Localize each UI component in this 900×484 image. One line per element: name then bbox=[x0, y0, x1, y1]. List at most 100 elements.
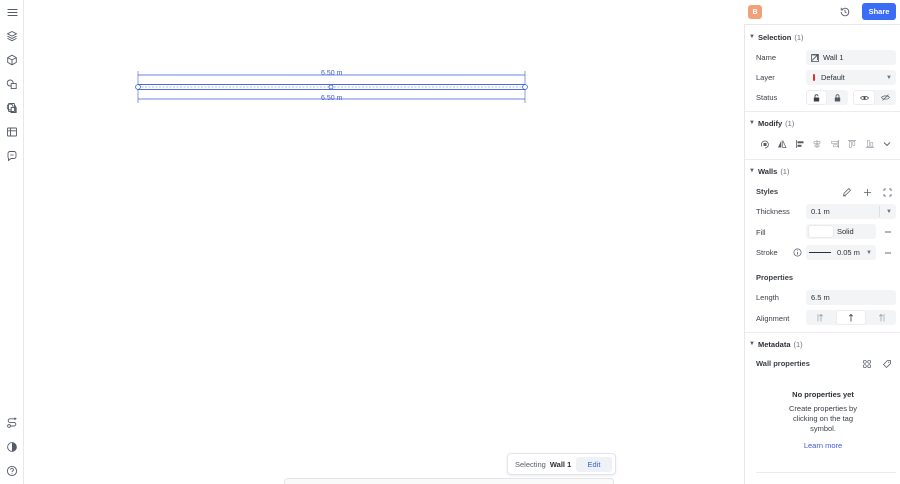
table-icon[interactable] bbox=[5, 125, 19, 139]
grid-view-icon[interactable] bbox=[861, 358, 873, 370]
thickness-value: 0.1 m bbox=[811, 207, 830, 216]
remove-fill-icon[interactable] bbox=[882, 226, 894, 238]
metadata-section-header[interactable]: ▼ Metadata (1) bbox=[745, 337, 900, 351]
selection-status-pill: Selecting Wall 1 Edit bbox=[507, 453, 616, 475]
section-title: Modify bbox=[758, 118, 783, 128]
left-toolbar bbox=[0, 0, 24, 484]
name-label: Name bbox=[756, 53, 777, 62]
edit-button[interactable]: Edit bbox=[576, 457, 612, 472]
lock-icon[interactable] bbox=[827, 91, 847, 104]
selecting-label: Selecting bbox=[515, 459, 546, 469]
wall-end-handle bbox=[522, 84, 528, 90]
modify-section-header[interactable]: ▼ Modify (1) bbox=[745, 116, 900, 130]
align-right-icon[interactable] bbox=[829, 138, 841, 150]
rotate-icon[interactable] bbox=[759, 138, 771, 150]
layer-value: Default bbox=[821, 73, 845, 82]
wall-drawing bbox=[135, 71, 528, 103]
alignment-label: Alignment bbox=[756, 314, 790, 323]
name-field[interactable]: Wall 1 bbox=[806, 50, 896, 65]
fill-select[interactable]: Solid bbox=[806, 224, 876, 239]
thickness-input[interactable]: 0.1 m ▼ bbox=[806, 204, 896, 219]
bottom-toolbar-edge bbox=[284, 478, 614, 484]
divider bbox=[745, 332, 900, 333]
stroke-value: 0.05 m bbox=[837, 248, 860, 257]
drawing-canvas[interactable]: 6.50 m 6.50 m bbox=[24, 0, 744, 484]
edit-style-icon[interactable] bbox=[841, 186, 853, 198]
section-count: (1) bbox=[794, 32, 804, 42]
learn-more-link[interactable]: Learn more bbox=[745, 441, 900, 451]
lock-toggle-group bbox=[806, 90, 848, 105]
wall-object-icon bbox=[811, 53, 819, 62]
empty-state-line: Create properties by bbox=[789, 404, 857, 413]
theme-icon[interactable] bbox=[5, 440, 19, 454]
empty-state-title: No properties yet bbox=[792, 390, 854, 399]
align-wall-right-icon[interactable] bbox=[867, 311, 895, 324]
cube-icon[interactable] bbox=[5, 53, 19, 67]
info-icon[interactable] bbox=[791, 246, 803, 258]
fill-label: Fill bbox=[756, 228, 766, 237]
tag-icon[interactable] bbox=[881, 358, 893, 370]
eye-off-icon[interactable] bbox=[875, 91, 895, 104]
selected-object-name: Wall 1 bbox=[549, 459, 572, 469]
dimension-label-bottom: 6.50 m bbox=[321, 95, 343, 102]
empty-state-line: clicking on the tag bbox=[792, 414, 854, 423]
help-icon[interactable] bbox=[5, 464, 19, 478]
add-style-icon[interactable] bbox=[861, 186, 873, 198]
status-label: Status bbox=[756, 93, 778, 102]
section-count: (1) bbox=[780, 166, 790, 176]
comments-icon[interactable] bbox=[5, 149, 19, 163]
section-count: (1) bbox=[785, 118, 795, 128]
fill-value: Solid bbox=[837, 227, 854, 236]
wall-mid-handle bbox=[328, 84, 334, 90]
pages-icon[interactable] bbox=[5, 101, 19, 115]
length-label: Length bbox=[756, 293, 779, 302]
divider bbox=[745, 159, 900, 160]
section-count: (1) bbox=[793, 339, 803, 349]
chevron-down-icon: ▼ bbox=[749, 34, 755, 40]
section-title: Walls bbox=[758, 166, 778, 176]
thickness-label: Thickness bbox=[756, 207, 790, 216]
chevron-down-icon[interactable] bbox=[881, 138, 893, 150]
history-icon[interactable] bbox=[838, 5, 852, 19]
alignment-toggle-group bbox=[806, 310, 896, 325]
layer-label: Layer bbox=[756, 73, 775, 82]
layers-icon[interactable] bbox=[5, 29, 19, 43]
length-value: 6.5 m bbox=[811, 293, 830, 302]
divider bbox=[745, 111, 900, 112]
align-center-icon[interactable] bbox=[811, 138, 823, 150]
divider bbox=[756, 472, 896, 473]
align-top-icon[interactable] bbox=[846, 138, 858, 150]
layer-select[interactable]: Default ▼ bbox=[806, 70, 896, 85]
properties-panel: ▼ Selection (1) Name Wall 1 Layer Defaul… bbox=[744, 24, 900, 484]
flip-icon[interactable] bbox=[776, 138, 788, 150]
length-input[interactable]: 6.5 m bbox=[806, 290, 896, 305]
fill-swatch bbox=[809, 226, 833, 237]
unlock-icon[interactable] bbox=[807, 91, 826, 104]
remove-stroke-icon[interactable] bbox=[882, 247, 894, 259]
avatar[interactable]: B bbox=[748, 5, 762, 19]
chevron-down-icon: ▼ bbox=[749, 341, 755, 347]
align-wall-left-icon[interactable] bbox=[807, 311, 835, 324]
walls-section-header[interactable]: ▼ Walls (1) bbox=[745, 164, 900, 178]
chevron-down-icon: ▼ bbox=[866, 249, 872, 256]
stroke-label: Stroke bbox=[756, 248, 778, 257]
align-bottom-icon[interactable] bbox=[864, 138, 876, 150]
menu-icon[interactable] bbox=[5, 5, 19, 19]
section-title: Selection bbox=[758, 32, 792, 42]
dimension-label-top: 6.50 m bbox=[321, 70, 343, 77]
chevron-down-icon[interactable]: ▼ bbox=[886, 209, 892, 215]
chevron-down-icon: ▼ bbox=[749, 168, 755, 174]
selection-section-header[interactable]: ▼ Selection (1) bbox=[745, 30, 900, 44]
align-left-icon[interactable] bbox=[794, 138, 806, 150]
chevron-down-icon: ▼ bbox=[886, 74, 892, 81]
share-button[interactable]: Share bbox=[862, 3, 896, 20]
name-value: Wall 1 bbox=[823, 53, 844, 62]
eye-icon[interactable] bbox=[854, 91, 874, 104]
connect-icon[interactable] bbox=[5, 416, 19, 430]
stroke-select[interactable]: 0.05 m ▼ bbox=[806, 245, 876, 260]
shapes-icon[interactable] bbox=[5, 77, 19, 91]
align-wall-center-icon[interactable] bbox=[837, 311, 865, 324]
empty-state-line: symbol. bbox=[810, 424, 836, 433]
chevron-down-icon: ▼ bbox=[749, 120, 755, 126]
detach-style-icon[interactable] bbox=[881, 186, 893, 198]
